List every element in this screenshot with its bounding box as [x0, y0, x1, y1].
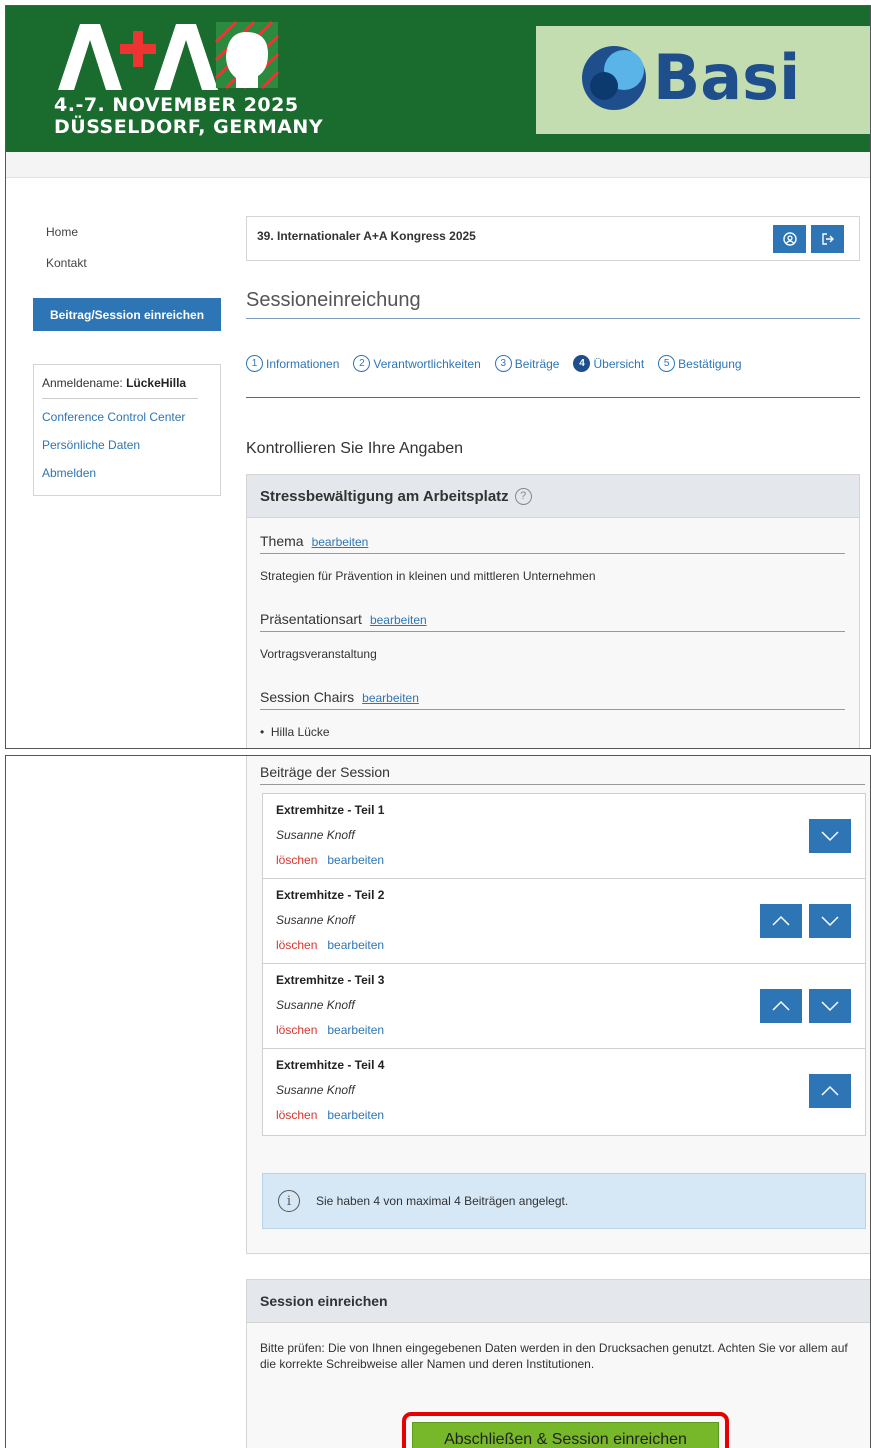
step-label: Informationen	[266, 356, 340, 371]
kongress-bar: 39. Internationaler A+A Kongress 2025	[246, 216, 860, 261]
header-banner: 4.-7. NOVEMBER 2025 DÜSSELDORF, GERMANY …	[6, 6, 870, 152]
event-date: 4.-7. NOVEMBER 2025 DÜSSELDORF, GERMANY	[54, 94, 324, 138]
delete-link[interactable]: löschen	[276, 853, 317, 867]
move-down-button[interactable]	[809, 819, 851, 853]
step-navigation: 1 Informationen 2 Verantwortlichkeiten 3 Be…	[246, 355, 742, 372]
session-chairs-label: Session Chairs bearbeiten	[260, 689, 845, 710]
nav-home[interactable]: Home	[46, 225, 78, 239]
delete-link[interactable]: löschen	[276, 938, 317, 952]
chevron-up-icon	[772, 1000, 790, 1011]
session-chair-item: • Hilla Lücke	[260, 725, 330, 739]
logout-button[interactable]	[811, 225, 844, 253]
abmelden-link[interactable]: Abmelden	[42, 466, 96, 480]
steps-divider	[246, 397, 860, 398]
move-up-button[interactable]	[809, 1074, 851, 1108]
kongress-title: 39. Internationaler A+A Kongress 2025	[257, 229, 476, 243]
step-number: 1	[246, 355, 263, 372]
edit-link[interactable]: bearbeiten	[327, 938, 384, 952]
beitrag-author: Susanne Knoff	[276, 828, 355, 842]
beitrag-author: Susanne Knoff	[276, 913, 355, 927]
list-item: Extremhitze - Teil 3 Susanne Knoff lösch…	[263, 964, 865, 1049]
screenshot-bottom: Beiträge der Session Extremhitze - Teil …	[5, 755, 871, 1448]
session-panel: Stressbewältigung am Arbeitsplatz ? Them…	[246, 474, 860, 748]
user-icon	[782, 232, 797, 246]
submit-heading: Session einreichen	[247, 1280, 870, 1323]
profile-button[interactable]	[773, 225, 806, 253]
step-bestaetigung[interactable]: 5 Bestätigung	[658, 355, 742, 372]
edit-link[interactable]: bearbeiten	[327, 853, 384, 867]
event-logo	[58, 20, 280, 90]
beitrag-author: Susanne Knoff	[276, 998, 355, 1012]
step-label: Bestätigung	[678, 356, 742, 371]
nav-kontakt[interactable]: Kontakt	[46, 256, 87, 270]
step-label: Beiträge	[514, 356, 560, 371]
praesentationsart-value: Vortragsveranstaltung	[260, 647, 377, 661]
info-alert: i Sie haben 4 von maximal 4 Beiträgen an…	[262, 1173, 866, 1229]
step-number: 2	[353, 355, 371, 372]
beitraege-panel: Beiträge der Session Extremhitze - Teil …	[246, 756, 870, 1254]
logout-icon	[821, 233, 834, 245]
session-submit-panel: Session einreichen Bitte prüfen: Die von…	[246, 1279, 870, 1448]
move-up-button[interactable]	[760, 989, 802, 1023]
title-divider	[246, 318, 860, 319]
sponsor-logo-icon	[582, 46, 646, 110]
beitrag-title: Extremhitze - Teil 2	[276, 888, 385, 902]
beitraege-list: Extremhitze - Teil 1 Susanne Knoff lösch…	[262, 793, 866, 1136]
thema-label: Thema bearbeiten	[260, 533, 845, 554]
edit-link[interactable]: bearbeiten	[327, 1023, 384, 1037]
list-item: Extremhitze - Teil 4 Susanne Knoff lösch…	[263, 1049, 865, 1135]
info-text: Sie haben 4 von maximal 4 Beiträgen ange…	[316, 1194, 569, 1208]
move-up-button[interactable]	[760, 904, 802, 938]
chevron-up-icon	[821, 1085, 839, 1096]
step-label: Übersicht	[593, 356, 645, 371]
login-name: Anmeldename: LückeHilla	[42, 376, 198, 399]
beitraege-heading: Beiträge der Session	[260, 764, 865, 785]
beitrag-session-einreichen-button[interactable]: Beitrag/Session einreichen	[33, 298, 221, 331]
step-label: Verantwortlichkeiten	[373, 356, 481, 371]
submit-session-button[interactable]: Abschließen & Session einreichen	[412, 1422, 719, 1448]
sub-bar	[6, 152, 870, 178]
chevron-up-icon	[772, 915, 790, 926]
session-title: Stressbewältigung am Arbeitsplatz ?	[247, 475, 859, 518]
list-item: Extremhitze - Teil 1 Susanne Knoff lösch…	[263, 794, 865, 879]
chevron-down-icon	[821, 831, 839, 842]
beitrag-title: Extremhitze - Teil 4	[276, 1058, 385, 1072]
step-uebersicht[interactable]: 4 Übersicht	[573, 355, 644, 372]
persoenliche-daten-link[interactable]: Persönliche Daten	[42, 438, 140, 452]
review-heading: Kontrollieren Sie Ihre Angaben	[246, 440, 464, 457]
help-icon[interactable]: ?	[514, 487, 532, 505]
step-number: 3	[494, 355, 512, 372]
chevron-down-icon	[821, 916, 839, 927]
beitrag-author: Susanne Knoff	[276, 1083, 355, 1097]
thema-value: Strategien für Prävention in kleinen und…	[260, 569, 596, 583]
move-down-button[interactable]	[809, 904, 851, 938]
move-down-button[interactable]	[809, 989, 851, 1023]
praesentationsart-edit-link[interactable]: bearbeiten	[370, 613, 427, 627]
session-title-text: Stressbewältigung am Arbeitsplatz	[260, 487, 509, 505]
page-title: Sessioneinreichung	[246, 289, 421, 311]
step-number: 5	[658, 355, 676, 372]
thema-edit-link[interactable]: bearbeiten	[312, 535, 369, 549]
info-icon: i	[278, 1190, 300, 1212]
beitrag-title: Extremhitze - Teil 3	[276, 973, 385, 987]
submit-notice: Bitte prüfen: Die von Ihnen eingegebenen…	[260, 1341, 848, 1371]
beitrag-title: Extremhitze - Teil 1	[276, 803, 385, 817]
screenshot-top: 4.-7. NOVEMBER 2025 DÜSSELDORF, GERMANY …	[5, 5, 871, 749]
conference-control-center-link[interactable]: Conference Control Center	[42, 410, 185, 424]
step-verantwortlichkeiten[interactable]: 2 Verantwortlichkeiten	[353, 355, 481, 372]
edit-link[interactable]: bearbeiten	[327, 1108, 384, 1122]
step-number: 4	[573, 355, 591, 372]
delete-link[interactable]: löschen	[276, 1108, 317, 1122]
step-beitraege[interactable]: 3 Beiträge	[494, 355, 560, 372]
submit-highlight: Abschließen & Session einreichen	[402, 1412, 729, 1448]
list-item: Extremhitze - Teil 2 Susanne Knoff lösch…	[263, 879, 865, 964]
user-box: Anmeldename: LückeHilla Conference Contr…	[33, 364, 221, 496]
sponsor-name: Basi	[653, 41, 801, 114]
session-chairs-edit-link[interactable]: bearbeiten	[362, 691, 419, 705]
chevron-down-icon	[821, 1001, 839, 1012]
step-informationen[interactable]: 1 Informationen	[246, 355, 339, 372]
delete-link[interactable]: löschen	[276, 1023, 317, 1037]
praesentationsart-label: Präsentationsart bearbeiten	[260, 611, 845, 632]
